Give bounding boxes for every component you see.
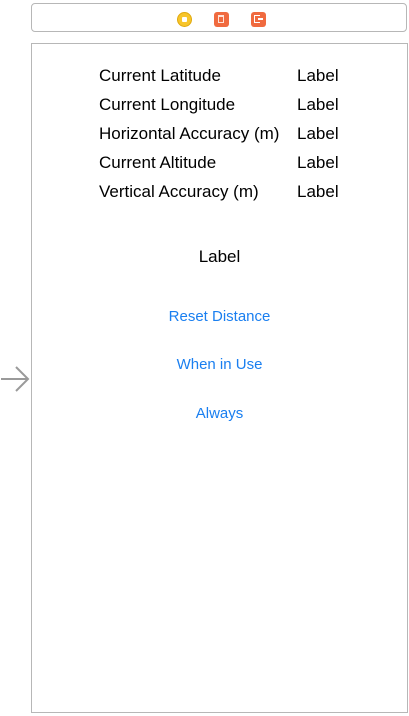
first-responder-icon[interactable] <box>214 12 229 27</box>
distance-label: Label <box>198 247 241 266</box>
view-controller-scene[interactable]: Current Latitude Label Current Longitude… <box>31 43 408 713</box>
reset-distance-button[interactable]: Reset Distance <box>32 308 407 325</box>
longitude-title-label: Current Longitude <box>99 95 236 114</box>
storyboard-canvas: Current Latitude Label Current Longitude… <box>0 0 409 716</box>
horizontal-accuracy-title-label: Horizontal Accuracy (m) <box>99 124 280 143</box>
entry-point-arrow-icon[interactable] <box>0 366 30 392</box>
latitude-title-label: Current Latitude <box>99 66 221 85</box>
longitude-row: Current Longitude Label <box>99 95 379 119</box>
longitude-value-label: Label <box>297 95 339 114</box>
vertical-accuracy-title-label: Vertical Accuracy (m) <box>99 182 259 201</box>
view-controller-icon[interactable] <box>177 12 192 27</box>
always-button[interactable]: Always <box>32 405 407 422</box>
when-in-use-button[interactable]: When in Use <box>32 356 407 373</box>
latitude-row: Current Latitude Label <box>99 66 379 90</box>
vertical-accuracy-value-label: Label <box>297 182 339 201</box>
latitude-value-label: Label <box>297 66 339 85</box>
altitude-value-label: Label <box>297 153 339 172</box>
altitude-row: Current Altitude Label <box>99 153 379 177</box>
horizontal-accuracy-row: Horizontal Accuracy (m) Label <box>99 124 379 148</box>
vertical-accuracy-row: Vertical Accuracy (m) Label <box>99 182 379 206</box>
scene-dock <box>31 3 407 32</box>
exit-icon[interactable] <box>251 12 266 27</box>
horizontal-accuracy-value-label: Label <box>297 124 339 143</box>
altitude-title-label: Current Altitude <box>99 153 217 172</box>
